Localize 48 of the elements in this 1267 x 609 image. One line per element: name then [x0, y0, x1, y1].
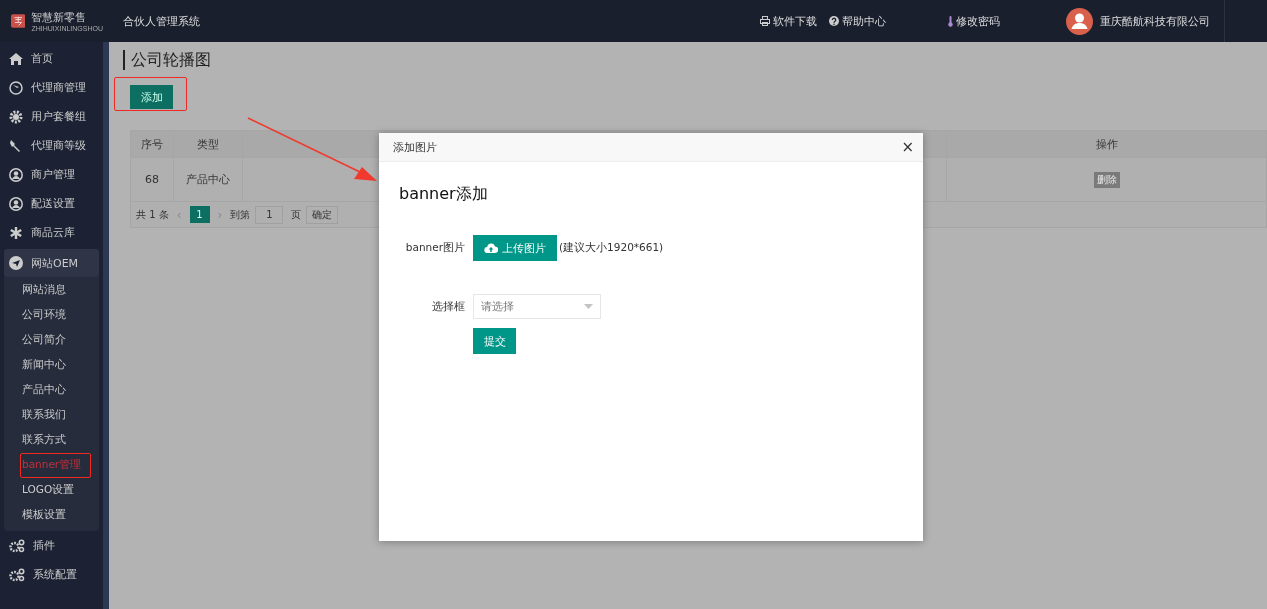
header-link[interactable]: 帮助中心 [829, 13, 886, 29]
sidebar-subitem[interactable]: 模板设置 [4, 502, 99, 527]
sidebar-subitem[interactable]: 产品中心 [4, 377, 99, 402]
sidebar-subitem[interactable]: LOGO设置 [4, 477, 99, 502]
form-heading: banner添加 [399, 184, 489, 205]
close-button[interactable]: × [901, 138, 914, 156]
header-link[interactable]: 软件下载 [760, 13, 817, 29]
size-hint: (建议大小1920*661) [559, 241, 664, 255]
add-button[interactable]: 添加 [130, 85, 173, 109]
total-count: 共 1 条 [136, 207, 169, 222]
select-field[interactable]: 请选择 [473, 294, 601, 319]
dialog-title: 添加图片 [393, 139, 437, 155]
brand-name: 智慧新零售 [31, 10, 88, 25]
sidebar-item[interactable]: 商品云库 [0, 218, 103, 247]
table-cell: 产品中心 [186, 172, 230, 187]
sidebar-subitem[interactable]: 新闻中心 [4, 352, 99, 377]
sidebar-item[interactable]: 系统配置 [0, 560, 103, 589]
sidebar-item[interactable]: 网站OEM [4, 249, 99, 277]
sidebar-item[interactable]: 商户管理 [0, 160, 103, 189]
upload-button[interactable]: 上传图片 [473, 235, 557, 261]
field-label: 选择框 [431, 299, 465, 314]
system-title: 合伙人管理系统 [123, 13, 200, 29]
sidebar-item[interactable]: 首页 [0, 44, 103, 73]
submit-button[interactable]: 提交 [473, 328, 516, 354]
page-number[interactable]: 1 [189, 206, 210, 223]
page-title: 公司轮播图 [123, 50, 1267, 70]
column-header: 操作 [1095, 136, 1118, 152]
sidebar-item[interactable]: 代理商管理 [0, 73, 103, 102]
header-link[interactable]: 修改密码 [948, 13, 1000, 29]
column-header: 序号 [141, 136, 163, 152]
page-unit: 页 [291, 207, 302, 222]
company-name[interactable]: 重庆酷航科技有限公司 [1100, 13, 1210, 29]
sidebar-item[interactable]: 用户套餐组 [0, 102, 103, 131]
sidebar-subitem[interactable]: 网站消息 [4, 277, 99, 302]
delete-button[interactable]: 删除 [1093, 171, 1120, 188]
goto-label: 到第 [230, 207, 251, 222]
sidebar-subitem[interactable]: 联系方式 [4, 427, 99, 452]
confirm-button[interactable]: 确定 [306, 205, 339, 224]
page-input[interactable]: 1 [255, 205, 284, 224]
sidebar-item[interactable]: 代理商等级 [0, 131, 103, 160]
column-header: 类型 [197, 136, 219, 152]
sidebar-subitem[interactable]: 公司环境 [4, 302, 99, 327]
sidebar-item[interactable]: 配送设置 [0, 189, 103, 218]
sidebar-subitem[interactable]: 联系我们 [4, 402, 99, 427]
table-cell: 68 [145, 173, 159, 186]
sidebar-subitem[interactable]: 公司简介 [4, 327, 99, 352]
field-label: banner图片 [404, 241, 465, 255]
sidebar-item[interactable]: 插件 [0, 531, 103, 560]
